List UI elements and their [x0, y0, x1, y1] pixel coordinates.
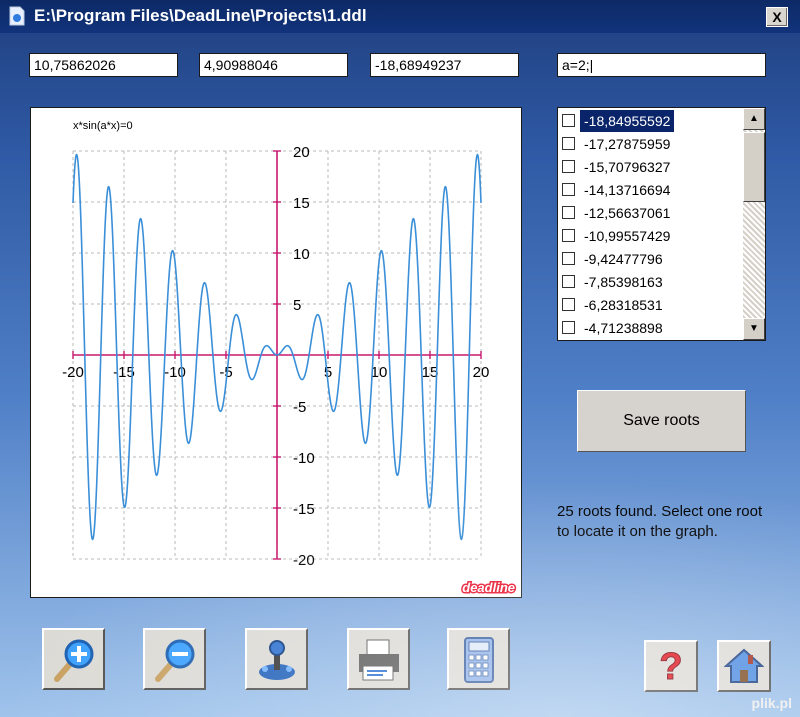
- window-title: E:\Program Files\DeadLine\Projects\1.ddl: [34, 6, 367, 25]
- x-tick-label: 20: [473, 364, 490, 381]
- y-tick-label: 10: [293, 246, 310, 263]
- root-list-item[interactable]: -14,13716694: [562, 179, 742, 201]
- root-list-item[interactable]: -12,56637061: [562, 202, 742, 224]
- svg-text:?: ?: [659, 646, 682, 686]
- zoom-out-button[interactable]: [143, 628, 206, 690]
- roots-listbox[interactable]: -18,84955592 -17,27875959 -15,70796327 -14,…: [557, 107, 766, 341]
- root-value-label: -14,13716694: [584, 182, 671, 198]
- y-tick-label: -20: [293, 552, 315, 569]
- root-value-label: -17,27875959: [584, 136, 671, 152]
- root-checkbox[interactable]: [562, 137, 575, 150]
- document-icon: [9, 6, 25, 26]
- root-value-label: -12,56637061: [584, 205, 671, 221]
- home-icon: [724, 648, 764, 683]
- close-button[interactable]: X: [766, 7, 788, 27]
- root-checkbox[interactable]: [562, 183, 575, 196]
- scroll-thumb[interactable]: [743, 132, 765, 202]
- root-checkbox[interactable]: [562, 275, 575, 288]
- root-value-label: -4,71238898: [584, 320, 663, 336]
- root-checkbox[interactable]: [562, 114, 575, 127]
- root-list-item[interactable]: -10,99557429: [562, 225, 742, 247]
- y-tick-label: -10: [293, 450, 315, 467]
- y-tick-label: -15: [293, 501, 315, 518]
- title-bar: E:\Program Files\DeadLine\Projects\1.ddl…: [0, 0, 800, 33]
- root-value-label: -18,84955592: [580, 110, 675, 132]
- root-checkbox[interactable]: [562, 160, 575, 173]
- third-value-field[interactable]: -18,68949237: [370, 53, 519, 77]
- graph-panel[interactable]: -20 -15 -10 -5 5 10 15 20 20 15 10 5 -5 -10 -15 -20 x*si…: [30, 107, 522, 598]
- status-text: 25 roots found. Select one root to locat…: [557, 503, 763, 540]
- root-checkbox[interactable]: [562, 321, 575, 334]
- x-value-field[interactable]: 10,75862026: [29, 53, 178, 77]
- root-list-item[interactable]: -9,42477796: [562, 248, 742, 270]
- root-list-item[interactable]: -18,84955592: [562, 110, 742, 132]
- root-list-item[interactable]: -6,28318531: [562, 294, 742, 316]
- expression-input[interactable]: a=2;|: [557, 53, 766, 77]
- root-list-item[interactable]: -4,71238898: [562, 317, 742, 339]
- help-icon: ?: [659, 646, 683, 686]
- equation-label: x*sin(a*x)=0: [73, 120, 133, 132]
- save-roots-button[interactable]: Save roots: [577, 390, 746, 452]
- function-plot[interactable]: -20 -15 -10 -5 5 10 15 202015105-5-10-15-20x*si…: [31, 108, 521, 597]
- pan-button[interactable]: [245, 628, 308, 690]
- watermark: plik.pl: [751, 695, 792, 711]
- zoom-out-icon: [155, 639, 195, 682]
- app-window: E:\Program Files\DeadLine\Projects\1.ddl…: [0, 0, 800, 717]
- zoom-in-icon: [54, 639, 94, 682]
- calculator-icon: [464, 637, 494, 683]
- root-value-label: -9,42477796: [584, 251, 663, 267]
- root-value-label: -10,99557429: [584, 228, 671, 244]
- deadline-logo: deadline: [462, 580, 515, 595]
- y-value-field[interactable]: 4,90988046: [199, 53, 348, 77]
- root-checkbox[interactable]: [562, 252, 575, 265]
- root-list-item[interactable]: -7,85398163: [562, 271, 742, 293]
- root-checkbox[interactable]: [562, 298, 575, 311]
- joystick-icon: [259, 640, 295, 680]
- zoom-in-button[interactable]: [42, 628, 105, 690]
- y-tick-label: 20: [293, 144, 310, 161]
- print-button[interactable]: [347, 628, 410, 690]
- x-tick-label: -20: [62, 364, 84, 381]
- scroll-down-arrow-icon[interactable]: ▼: [743, 318, 765, 340]
- root-checkbox[interactable]: [562, 229, 575, 242]
- help-button[interactable]: ?: [644, 640, 698, 692]
- scroll-up-arrow-icon[interactable]: ▲: [743, 108, 765, 130]
- y-tick-label: -5: [293, 399, 306, 416]
- printer-icon: [359, 639, 399, 681]
- root-value-label: -15,70796327: [584, 159, 671, 175]
- root-checkbox[interactable]: [562, 206, 575, 219]
- home-button[interactable]: [717, 640, 771, 692]
- y-tick-label: 5: [293, 297, 301, 314]
- root-value-label: -6,28318531: [584, 297, 663, 313]
- calculator-button[interactable]: [447, 628, 510, 690]
- root-list-item[interactable]: -15,70796327: [562, 156, 742, 178]
- root-value-label: -7,85398163: [584, 274, 663, 290]
- y-tick-label: 15: [293, 195, 310, 212]
- listbox-scrollbar[interactable]: ▲ ▼: [743, 108, 765, 340]
- root-list-item[interactable]: -17,27875959: [562, 133, 742, 155]
